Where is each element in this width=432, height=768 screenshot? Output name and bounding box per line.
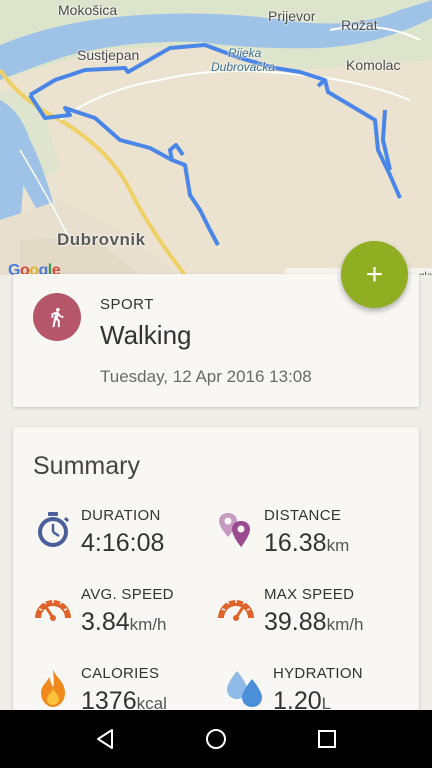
map-label-rozat: Rožat xyxy=(341,17,378,33)
distance-value: 16.38km xyxy=(264,529,350,557)
avg-speed-value: 3.84km/h xyxy=(81,608,167,636)
map-label-prijevor: Prijevor xyxy=(268,8,316,24)
map-label-sustjepan: Sustjepan xyxy=(77,47,140,63)
summary-card: Summary DURATION 4:16:08 DISTANCE 16.38k… xyxy=(13,427,419,727)
summary-title: Summary xyxy=(33,452,140,480)
back-icon xyxy=(97,729,114,749)
water-drops-icon xyxy=(227,671,262,707)
walking-person-icon xyxy=(33,293,81,341)
home-button[interactable] xyxy=(196,719,236,759)
stat-distance: DISTANCE 16.38km xyxy=(216,507,401,567)
flame-icon xyxy=(41,669,65,707)
map-label-komolac: Komolac xyxy=(346,57,401,73)
map-label-dubrovnik: Dubrovnik xyxy=(57,230,146,249)
map-label-dubrovacka: Dubrovačka xyxy=(211,60,276,74)
distance-label: DISTANCE xyxy=(264,507,342,524)
stopwatch-icon xyxy=(38,512,70,547)
sport-value: Walking xyxy=(100,320,192,350)
route-map[interactable]: Mokošica Prijevor Rožat Sustjepan Rijeka… xyxy=(0,0,432,275)
sport-label: SPORT xyxy=(100,296,154,313)
add-button[interactable]: + xyxy=(341,241,408,308)
stat-max-speed: MAX SPEED 39.88km/h xyxy=(216,586,401,646)
home-icon xyxy=(205,729,226,749)
map-attribution[interactable]: gle xyxy=(419,271,432,275)
map-label-mokosica: Mokošica xyxy=(58,2,118,18)
avg-speed-label: AVG. SPEED xyxy=(81,586,174,603)
calories-label: CALORIES xyxy=(81,665,160,682)
map-pins-icon xyxy=(219,513,250,547)
hydration-label: HYDRATION xyxy=(273,665,363,682)
duration-label: DURATION xyxy=(81,507,161,524)
back-button[interactable] xyxy=(85,719,125,759)
max-speed-label: MAX SPEED xyxy=(264,586,355,603)
speedometer-icon xyxy=(35,600,71,621)
map-label-rijeka: Rijeka xyxy=(228,46,262,60)
workout-date: Tuesday, 12 Apr 2016 13:08 xyxy=(100,367,312,386)
recents-button[interactable] xyxy=(307,719,347,759)
stat-avg-speed: AVG. SPEED 3.84km/h xyxy=(33,586,218,646)
plus-icon: + xyxy=(365,257,384,291)
speedometer-icon xyxy=(218,600,254,621)
recents-icon xyxy=(317,730,336,748)
duration-value: 4:16:08 xyxy=(81,529,165,557)
stat-duration: DURATION 4:16:08 xyxy=(33,507,218,567)
system-navigation-bar xyxy=(0,710,432,768)
max-speed-value: 39.88km/h xyxy=(264,608,364,636)
